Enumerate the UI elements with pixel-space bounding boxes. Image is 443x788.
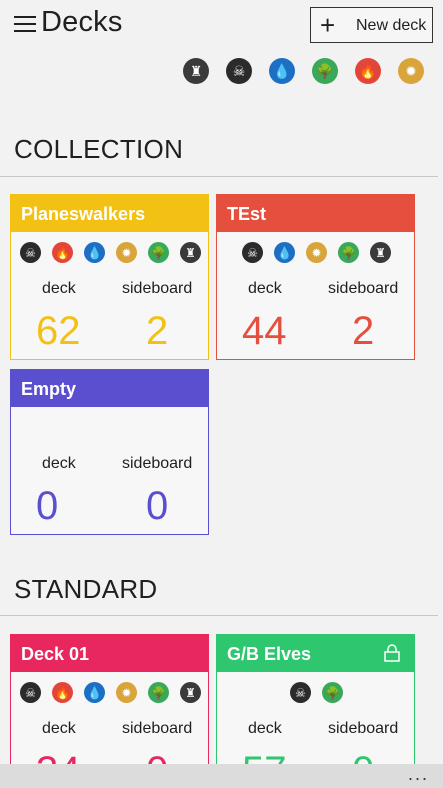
plus-icon: + <box>320 10 336 40</box>
deck-card-header: Planeswalkers <box>11 195 208 232</box>
blue-mana-icon: 💧 <box>84 242 105 263</box>
artifact-mana-icon: ♜ <box>180 242 201 263</box>
deck-name: Planeswalkers <box>21 204 146 224</box>
sideboard-count-label: sideboard <box>328 280 399 297</box>
black-mana-icon[interactable]: ☠ <box>226 58 252 84</box>
deck-card-header: Empty <box>11 370 208 407</box>
hamburger-menu-icon[interactable] <box>14 16 36 33</box>
red-mana-icon: 🔥 <box>52 242 73 263</box>
section-divider <box>0 176 438 177</box>
deck-card[interactable]: TEst ☠ 💧 ✹ 🌳 ♜ deck sideboard 44 2 <box>216 194 415 360</box>
app: Decks + New deck ♜ ☠ 💧 🌳 🔥 ✹ COLLECTION Planes… <box>0 0 443 788</box>
black-mana-icon: ☠ <box>20 682 41 703</box>
section-divider <box>0 615 438 616</box>
header: Decks + New deck <box>0 0 443 50</box>
deck-card-header: Deck 01 <box>11 635 208 672</box>
deck-name: G/B Elves <box>227 644 312 664</box>
deck-card[interactable]: Planeswalkers ☠ 🔥 💧 ✹ 🌳 ♜ deck sideboard 62 2 <box>10 194 209 360</box>
blue-mana-icon[interactable]: 💧 <box>269 58 295 84</box>
app-bar: ... <box>0 764 443 788</box>
deck-count-label: deck <box>42 720 76 737</box>
sideboard-count-label: sideboard <box>328 720 399 737</box>
page-title: Decks <box>41 6 123 38</box>
deck-count-label: deck <box>42 280 76 297</box>
deck-colors: ☠ 🌳 <box>217 682 414 704</box>
deck-count-label: deck <box>248 280 282 297</box>
deck-name: Deck 01 <box>21 644 90 664</box>
deck-count: 0 <box>36 484 59 528</box>
blue-mana-icon: 💧 <box>84 682 105 703</box>
white-mana-icon[interactable]: ✹ <box>398 58 424 84</box>
white-mana-icon: ✹ <box>116 682 137 703</box>
white-mana-icon: ✹ <box>306 242 327 263</box>
deck-name: TEst <box>227 204 267 224</box>
sideboard-count: 2 <box>352 309 375 353</box>
section-title: COLLECTION <box>14 134 184 164</box>
deck-name: Empty <box>21 379 77 399</box>
artifact-mana-icon[interactable]: ♜ <box>183 58 209 84</box>
sideboard-count-label: sideboard <box>122 455 193 472</box>
black-mana-icon: ☠ <box>290 682 311 703</box>
blue-mana-icon: 💧 <box>274 242 295 263</box>
deck-count-label: deck <box>248 720 282 737</box>
deck-colors: ☠ 🔥 💧 ✹ 🌳 ♜ <box>11 682 208 704</box>
deck-card-header: G/B Elves <box>217 635 414 672</box>
deck-card[interactable]: Empty deck sideboard 0 0 <box>10 369 209 535</box>
sideboard-count: 2 <box>146 309 169 353</box>
deck-colors <box>11 417 208 439</box>
artifact-mana-icon: ♜ <box>370 242 391 263</box>
green-mana-icon: 🌳 <box>148 242 169 263</box>
red-mana-icon[interactable]: 🔥 <box>355 58 381 84</box>
green-mana-icon[interactable]: 🌳 <box>312 58 338 84</box>
sideboard-count-label: sideboard <box>122 720 193 737</box>
deck-card-header: TEst <box>217 195 414 232</box>
deck-colors: ☠ 🔥 💧 ✹ 🌳 ♜ <box>11 242 208 264</box>
sideboard-count-label: sideboard <box>122 280 193 297</box>
deck-count: 62 <box>36 309 81 353</box>
green-mana-icon: 🌳 <box>322 682 343 703</box>
deck-count-label: deck <box>42 455 76 472</box>
new-deck-label: New deck <box>356 17 427 34</box>
color-filter-row: ♜ ☠ 💧 🌳 🔥 ✹ <box>0 58 443 84</box>
white-mana-icon: ✹ <box>116 242 137 263</box>
black-mana-icon: ☠ <box>20 242 41 263</box>
artifact-mana-icon: ♜ <box>180 682 201 703</box>
sideboard-count: 0 <box>146 484 169 528</box>
green-mana-icon: 🌳 <box>148 682 169 703</box>
deck-count: 44 <box>242 309 287 353</box>
section-title: STANDARD <box>14 574 158 604</box>
black-mana-icon: ☠ <box>242 242 263 263</box>
more-options-button[interactable]: ... <box>408 764 429 785</box>
lock-icon <box>384 644 400 662</box>
new-deck-button[interactable]: + New deck <box>310 7 433 43</box>
red-mana-icon: 🔥 <box>52 682 73 703</box>
deck-colors: ☠ 💧 ✹ 🌳 ♜ <box>217 242 414 264</box>
green-mana-icon: 🌳 <box>338 242 359 263</box>
